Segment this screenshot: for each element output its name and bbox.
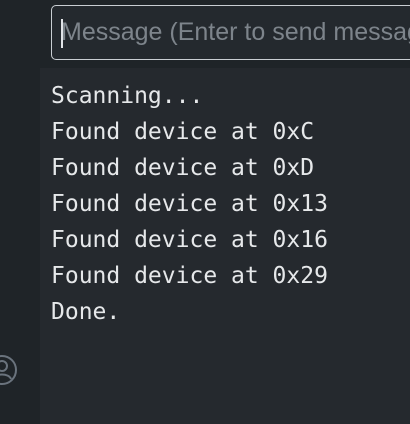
output-line: Found device at 0xC <box>51 119 315 145</box>
message-input[interactable] <box>51 5 410 60</box>
output-line: Found device at 0xD <box>51 155 315 181</box>
output-line: Found device at 0x16 <box>51 227 328 253</box>
serial-monitor: Scanning... Found device at 0xC Found de… <box>0 0 410 424</box>
activity-bar <box>0 0 40 424</box>
message-bar <box>40 0 410 68</box>
text-caret <box>61 19 63 48</box>
output-line: Found device at 0x13 <box>51 191 328 217</box>
serial-output: Scanning... Found device at 0xC Found de… <box>40 68 410 424</box>
output-line: Found device at 0x29 <box>51 263 328 289</box>
account-icon[interactable] <box>0 354 18 386</box>
output-line: Done. <box>51 299 121 325</box>
output-line: Scanning... <box>51 83 204 109</box>
